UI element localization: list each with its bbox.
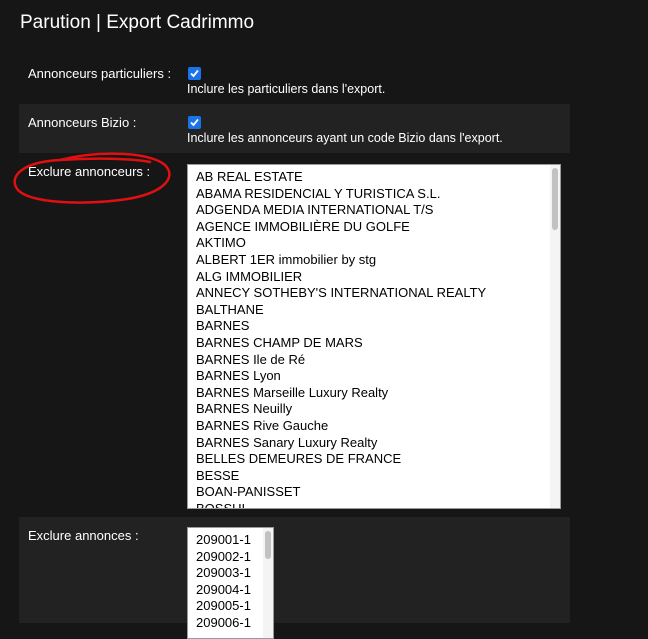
list-item[interactable]: BARNES xyxy=(196,318,486,335)
list-item[interactable]: 209002-1 xyxy=(196,549,251,566)
annonceurs-bizio-help: Inclure les annonceurs ayant un code Biz… xyxy=(187,131,503,145)
list-item[interactable]: ANNECY SOTHEBY'S INTERNATIONAL REALTY xyxy=(196,285,486,302)
exclure-annonceurs-select[interactable]: AB REAL ESTATE ABAMA RESIDENCIAL Y TURIS… xyxy=(187,164,561,509)
list-item[interactable]: BARNES Neuilly xyxy=(196,401,486,418)
list-item[interactable]: ALG IMMOBILIER xyxy=(196,269,486,286)
exclure-annonceurs-label: Exclure annonceurs : xyxy=(28,164,151,179)
list-item[interactable]: BARNES CHAMP DE MARS xyxy=(196,335,486,352)
list-item[interactable]: 209006-1 xyxy=(196,615,251,632)
annonceurs-particuliers-checkbox[interactable] xyxy=(188,67,201,80)
checkmark-icon xyxy=(190,69,199,78)
list-item[interactable]: BALTHANE xyxy=(196,302,486,319)
annonces-scrollbar[interactable] xyxy=(263,528,273,638)
row-annonceurs-particuliers: Annonceurs particuliers : Inclure les pa… xyxy=(19,55,570,104)
annonceurs-scrollbar[interactable] xyxy=(550,165,560,508)
list-item[interactable]: BOSSUI xyxy=(196,501,486,508)
list-item[interactable]: ALBERT 1ER immobilier by stg xyxy=(196,252,486,269)
exclure-annonces-options: 209001-1 209002-1 209003-1 209004-1 2090… xyxy=(196,532,251,632)
list-item[interactable]: 209005-1 xyxy=(196,598,251,615)
annonceurs-scroll-thumb[interactable] xyxy=(552,168,558,230)
list-item[interactable]: BARNES Lyon xyxy=(196,368,486,385)
list-item[interactable]: BARNES Ile de Ré xyxy=(196,352,486,369)
list-item[interactable]: ABAMA RESIDENCIAL Y TURISTICA S.L. xyxy=(196,186,486,203)
exclure-annonceurs-options: AB REAL ESTATE ABAMA RESIDENCIAL Y TURIS… xyxy=(196,169,486,508)
page-title: Parution | Export Cadrimmo xyxy=(20,12,255,33)
row-exclure-annonceurs: Exclure annonceurs : AB REAL ESTATE ABAM… xyxy=(19,153,570,517)
annonceurs-bizio-label: Annonceurs Bizio : xyxy=(28,115,137,130)
exclure-annonces-select[interactable]: 209001-1 209002-1 209003-1 209004-1 2090… xyxy=(187,527,274,639)
list-item[interactable]: AKTIMO xyxy=(196,235,486,252)
list-item[interactable]: BARNES Sanary Luxury Realty xyxy=(196,435,486,452)
annonceurs-particuliers-label: Annonceurs particuliers : xyxy=(28,66,172,81)
row-annonceurs-bizio: Annonceurs Bizio : Inclure les annonceur… xyxy=(19,104,570,153)
list-item[interactable]: BELLES DEMEURES DE FRANCE xyxy=(196,451,486,468)
list-item[interactable]: 209003-1 xyxy=(196,565,251,582)
checkmark-icon xyxy=(190,118,199,127)
list-item[interactable]: AGENCE IMMOBILIÈRE DU GOLFE xyxy=(196,219,486,236)
list-item[interactable]: BARNES Marseille Luxury Realty xyxy=(196,385,486,402)
list-item[interactable]: BESSE xyxy=(196,468,486,485)
list-item[interactable]: 209001-1 xyxy=(196,532,251,549)
annonceurs-particuliers-help: Inclure les particuliers dans l'export. xyxy=(187,82,386,96)
list-item[interactable]: ADGENDA MEDIA INTERNATIONAL T/S xyxy=(196,202,486,219)
annonceurs-bizio-checkbox[interactable] xyxy=(188,116,201,129)
annonces-scroll-thumb[interactable] xyxy=(265,531,271,559)
list-item[interactable]: BOAN-PANISSET xyxy=(196,484,486,501)
list-item[interactable]: BARNES Rive Gauche xyxy=(196,418,486,435)
row-exclure-annonces: Exclure annonces : 209001-1 209002-1 209… xyxy=(19,517,570,639)
exclure-annonces-label: Exclure annonces : xyxy=(28,528,139,543)
list-item[interactable]: 209004-1 xyxy=(196,582,251,599)
list-item[interactable]: AB REAL ESTATE xyxy=(196,169,486,186)
